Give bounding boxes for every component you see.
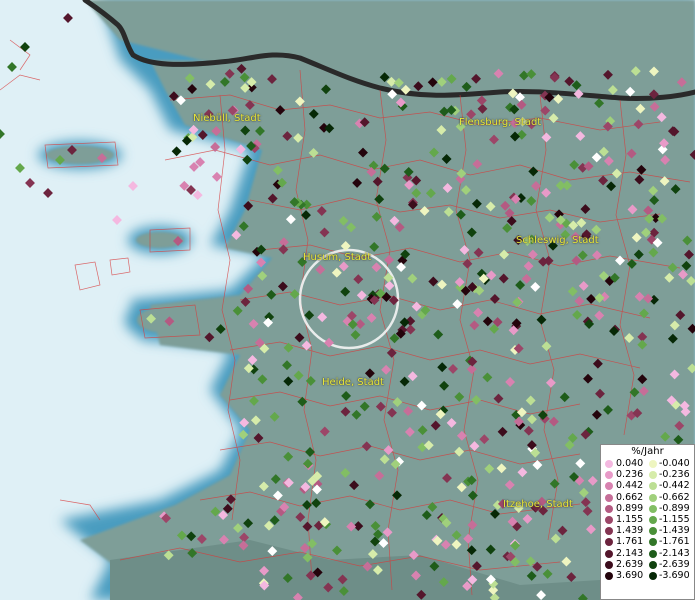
measurement-point[interactable] xyxy=(128,181,138,191)
legend-value-positive: 0.442 xyxy=(616,480,644,492)
legend-value-positive: 1.155 xyxy=(616,513,644,525)
legend-swatch-negative xyxy=(649,538,657,547)
legend-row: 0.899 -0.899 xyxy=(601,503,694,514)
legend-value-positive: 0.040 xyxy=(616,458,644,469)
legend-swatch-negative xyxy=(649,493,657,502)
legend-value-positive: 2.639 xyxy=(616,558,644,570)
legend-value-negative: -1.439 xyxy=(659,525,690,537)
measurement-point[interactable] xyxy=(0,129,5,139)
legend-swatch-positive xyxy=(605,538,613,547)
legend-swatch-positive xyxy=(605,493,613,502)
legend-value-negative: -2.143 xyxy=(659,547,690,559)
legend-swatch-positive xyxy=(605,527,613,536)
map-base-layer xyxy=(0,0,695,600)
legend-value-negative: -0.040 xyxy=(659,458,690,469)
legend-swatch-negative xyxy=(649,515,657,524)
legend-value-positive: 1.761 xyxy=(616,536,644,548)
legend-swatch-positive xyxy=(605,549,613,558)
legend-title: %/Jahr xyxy=(631,446,664,457)
legend-swatch-positive xyxy=(605,504,613,513)
city-label-heide: Heide, Stadt xyxy=(322,377,384,388)
legend-swatch-negative xyxy=(649,482,657,491)
legend-row: 1.439 -1.439 xyxy=(601,525,694,536)
legend-swatch-negative xyxy=(649,549,657,558)
legend-swatch-positive xyxy=(605,482,613,491)
legend-row: 0.040 -0.040 xyxy=(601,458,694,469)
measurement-point[interactable] xyxy=(20,42,30,52)
legend-swatch-negative xyxy=(649,571,657,580)
city-label-niebuell: Niebüll, Stadt xyxy=(193,113,261,124)
legend-value-negative: -0.899 xyxy=(659,502,690,514)
legend-value-positive: 0.899 xyxy=(616,502,644,514)
measurement-point[interactable] xyxy=(25,178,35,188)
measurement-point[interactable] xyxy=(63,13,73,23)
legend-swatch-positive xyxy=(605,560,613,569)
legend-row: 0.662 -0.662 xyxy=(601,492,694,503)
legend-value-negative: -1.761 xyxy=(659,536,690,548)
legend-swatch-positive xyxy=(605,471,613,480)
legend-swatch-positive xyxy=(605,571,613,580)
legend-swatch-negative xyxy=(649,504,657,513)
legend-row: 1.761 -1.761 xyxy=(601,536,694,547)
legend-value-positive: 1.439 xyxy=(616,525,644,537)
map-legend: %/Jahr 0.040 -0.040 0.236 -0.236 0.442 -0.442… xyxy=(600,444,695,600)
legend-swatch-positive xyxy=(605,515,613,524)
legend-swatch-negative xyxy=(649,471,657,480)
legend-row: 2.143 -2.143 xyxy=(601,548,694,559)
legend-row: 3.690 -3.690 xyxy=(601,570,694,581)
legend-value-positive: 2.143 xyxy=(616,547,644,559)
legend-swatch-negative xyxy=(649,527,657,536)
measurement-point[interactable] xyxy=(43,188,53,198)
legend-value-negative: -1.155 xyxy=(659,513,690,525)
city-label-flensburg: Flensburg, Stadt xyxy=(459,117,542,128)
measurement-point[interactable] xyxy=(211,171,222,182)
legend-row: 0.442 -0.442 xyxy=(601,480,694,491)
measurement-point[interactable] xyxy=(112,215,122,225)
map-view[interactable]: Niebüll, Stadt Flensburg, Stadt Schleswi… xyxy=(0,0,695,600)
city-label-schleswig: Schleswig, Stadt xyxy=(516,235,599,246)
legend-value-positive: 0.662 xyxy=(616,491,644,503)
city-label-itzehoe: Itzehoe, Stadt xyxy=(503,499,573,510)
legend-value-negative: -0.236 xyxy=(659,469,690,481)
legend-value-positive: 0.236 xyxy=(616,469,644,481)
legend-swatch-negative xyxy=(649,560,657,569)
legend-swatch-positive xyxy=(605,460,613,468)
legend-row: 1.155 -1.155 xyxy=(601,514,694,525)
legend-row: 2.639 -2.639 xyxy=(601,559,694,570)
city-label-husum: Husum, Stadt xyxy=(303,252,372,263)
legend-swatch-negative xyxy=(649,460,657,468)
legend-row: 0.236 -0.236 xyxy=(601,469,694,480)
legend-value-negative: -2.639 xyxy=(659,558,690,570)
legend-value-negative: -3.690 xyxy=(659,569,690,581)
measurement-point[interactable] xyxy=(7,62,17,72)
legend-value-negative: -0.442 xyxy=(659,480,690,492)
legend-value-negative: -0.662 xyxy=(659,491,690,503)
measurement-point[interactable] xyxy=(15,163,25,173)
legend-value-positive: 3.690 xyxy=(616,569,644,581)
measurement-point[interactable] xyxy=(171,146,182,157)
legend-rows: 0.040 -0.040 0.236 -0.236 0.442 -0.442 0.662 -0… xyxy=(601,458,694,581)
